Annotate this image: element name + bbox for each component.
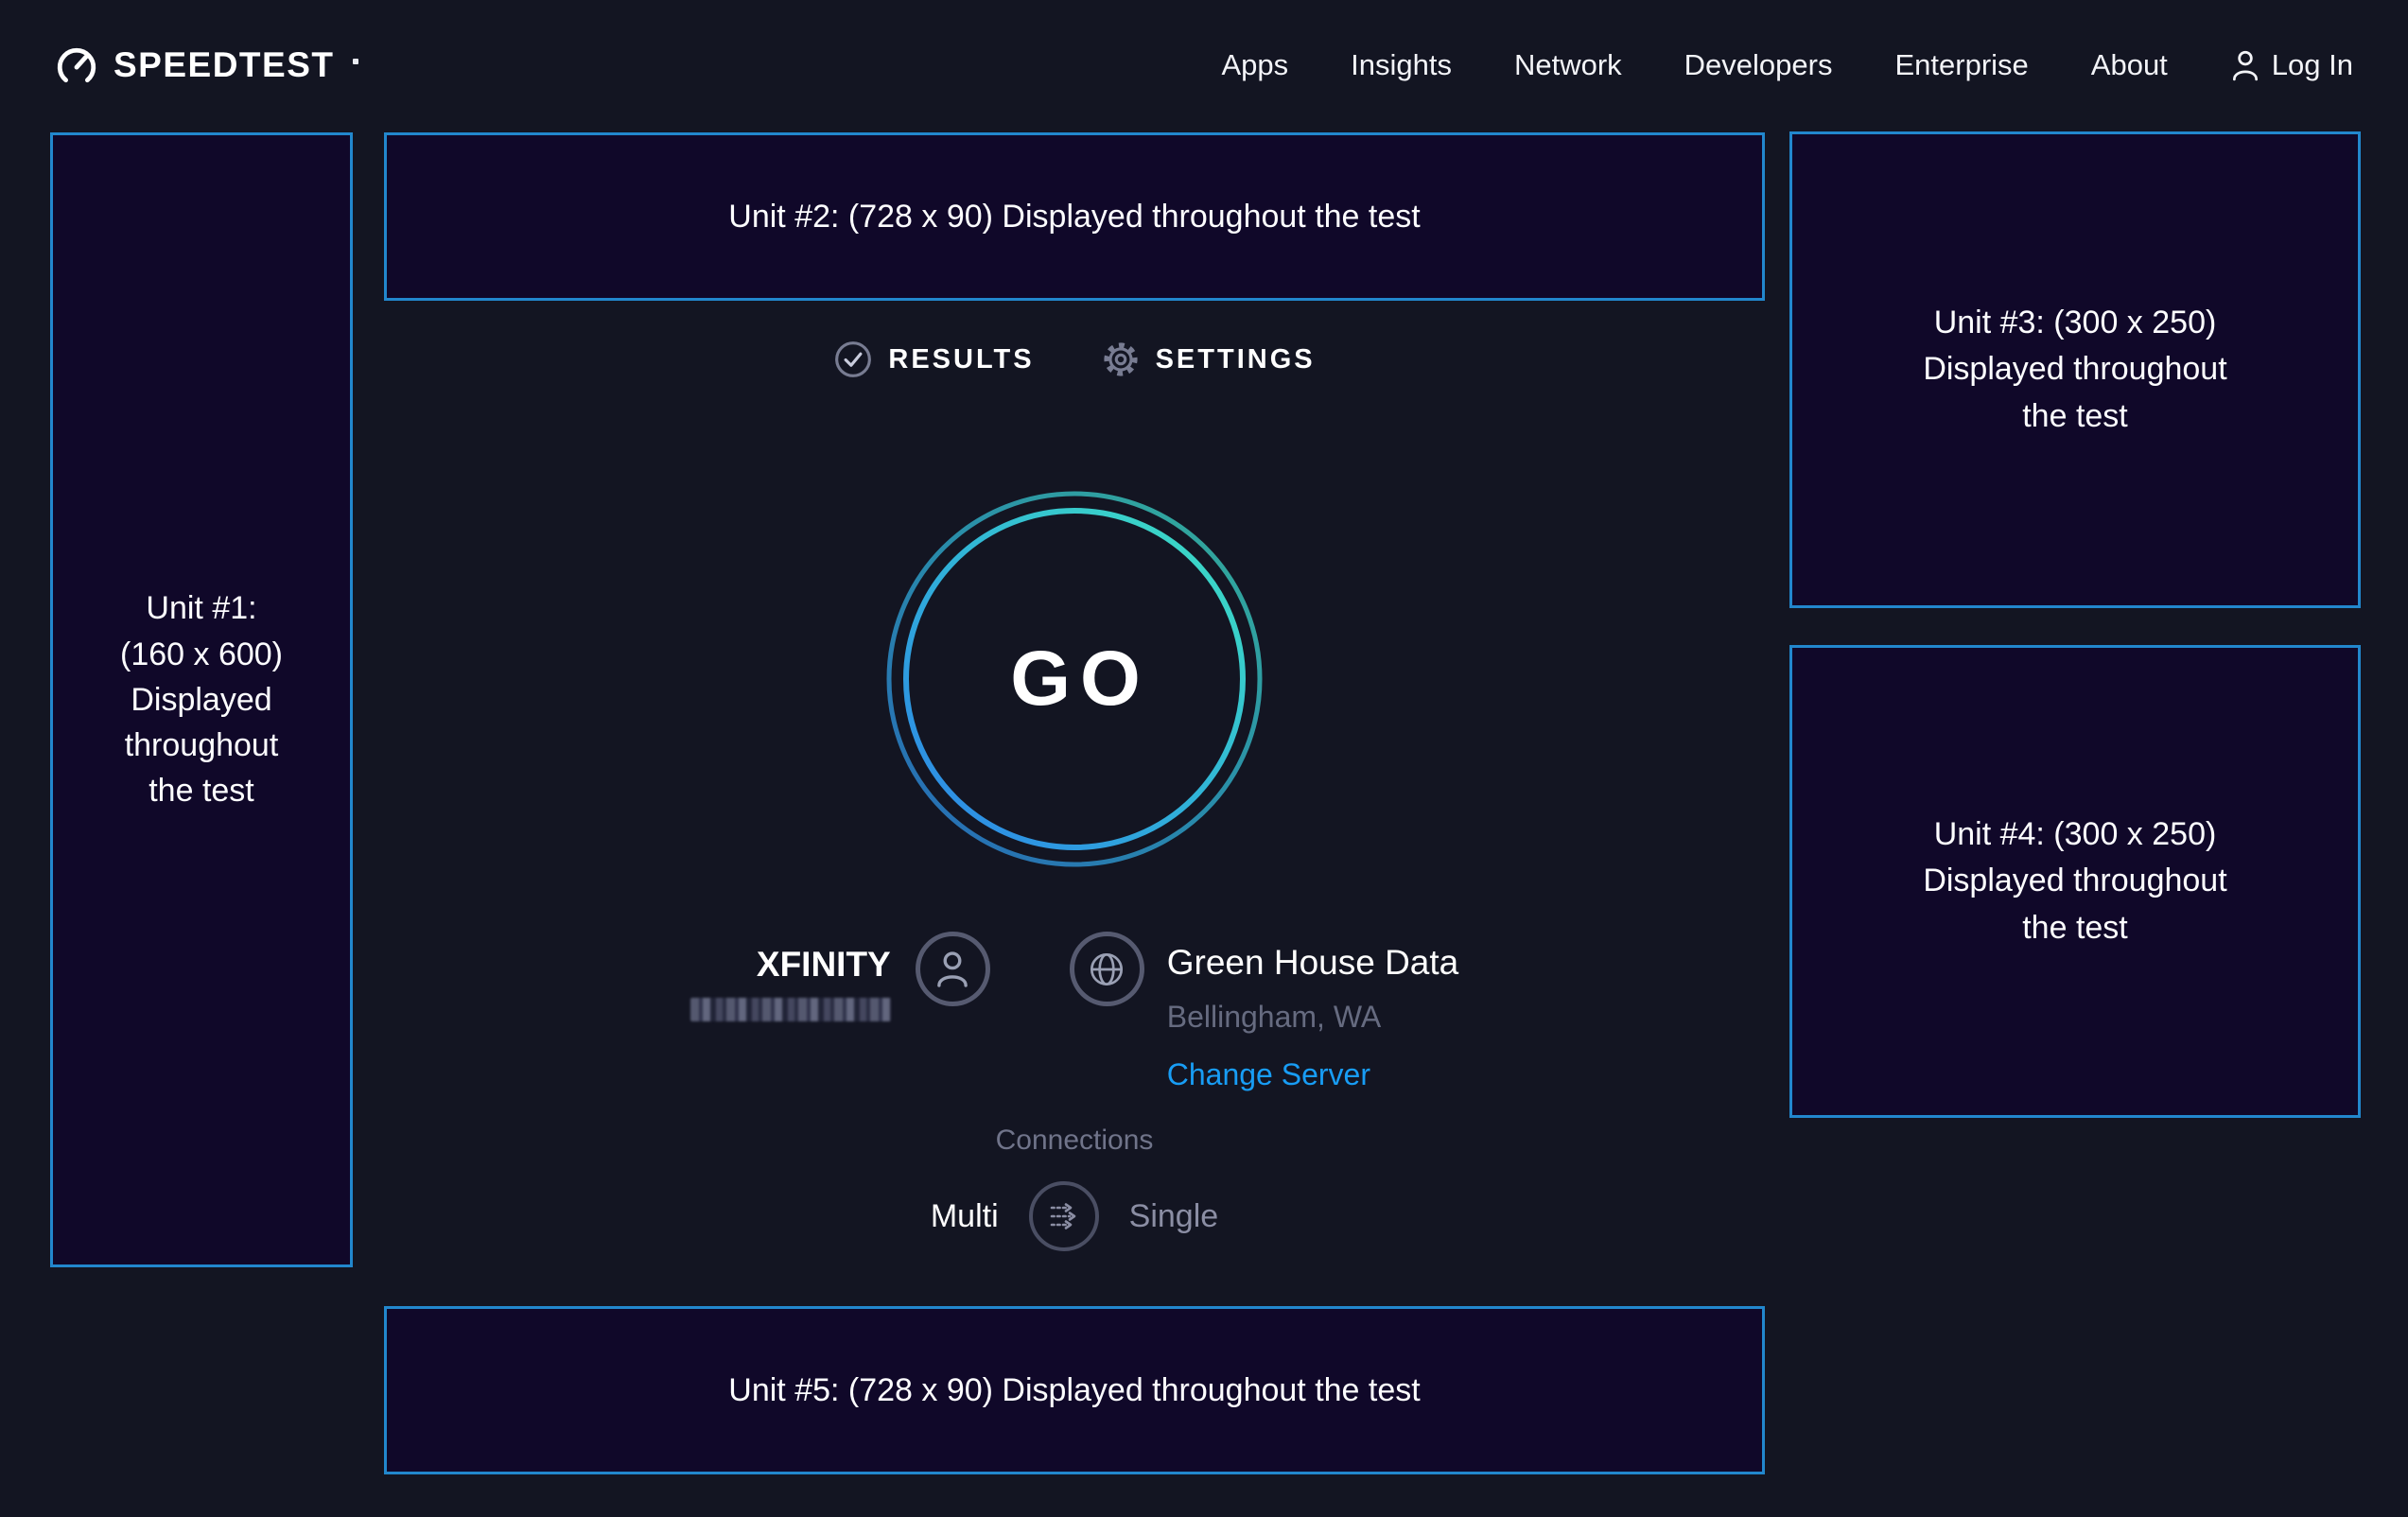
- nav-about[interactable]: About: [2091, 48, 2168, 82]
- speedtest-page: SPEEDTEST Apps Insights Network Develope…: [0, 0, 2408, 1517]
- server-block: Green House Data Bellingham, WA Change S…: [1167, 943, 1459, 1092]
- login-link[interactable]: Log In: [2230, 48, 2353, 82]
- tab-bar: RESULTS SETTINGS: [384, 340, 1765, 379]
- connections-single-option[interactable]: Single: [1129, 1198, 1219, 1235]
- nav-apps[interactable]: Apps: [1221, 48, 1288, 82]
- tab-settings[interactable]: SETTINGS: [1101, 340, 1316, 379]
- server-avatar: [1070, 932, 1144, 1006]
- trademark-dot: [353, 59, 358, 64]
- tab-results-label: RESULTS: [888, 344, 1034, 375]
- user-icon: [2230, 48, 2260, 82]
- logo[interactable]: SPEEDTEST: [55, 44, 358, 87]
- multi-arrows-icon: [1043, 1195, 1085, 1237]
- ad-unit-4-rectangle: Unit #4: (300 x 250) Displayed throughou…: [1789, 645, 2361, 1118]
- nav-enterprise[interactable]: Enterprise: [1894, 48, 2028, 82]
- server-name: Green House Data: [1167, 943, 1459, 983]
- connections-toggle-row: Multi Single: [384, 1181, 1765, 1251]
- change-server-link[interactable]: Change Server: [1167, 1057, 1370, 1092]
- isp-ip-redacted: [690, 998, 891, 1021]
- nav-network[interactable]: Network: [1514, 48, 1622, 82]
- nav-insights[interactable]: Insights: [1351, 48, 1452, 82]
- tab-results[interactable]: RESULTS: [833, 340, 1034, 379]
- connections-section: Connections Multi Sin: [384, 1125, 1765, 1251]
- logo-text: SPEEDTEST: [113, 45, 335, 85]
- connection-meta: XFINITY Green House Data Bel: [384, 932, 1765, 1092]
- ad-unit-1-skyscraper: Unit #1: (160 x 600) Displayed throughou…: [50, 132, 353, 1267]
- isp-name: XFINITY: [757, 945, 891, 985]
- connections-multi-option[interactable]: Multi: [931, 1198, 999, 1235]
- go-button[interactable]: GO: [885, 490, 1264, 868]
- connections-toggle[interactable]: [1029, 1181, 1099, 1251]
- ad-unit-3-rectangle: Unit #3: (300 x 250) Displayed throughou…: [1789, 131, 2361, 608]
- login-label: Log In: [2272, 48, 2353, 82]
- isp-block: XFINITY: [690, 945, 891, 1021]
- connections-label: Connections: [384, 1125, 1765, 1157]
- test-panel: RESULTS SETTINGS: [384, 130, 1765, 1359]
- speedometer-gauge-icon: [55, 44, 98, 87]
- header: SPEEDTEST Apps Insights Network Develope…: [0, 0, 2408, 130]
- tab-settings-label: SETTINGS: [1156, 344, 1316, 375]
- isp-avatar: [916, 932, 990, 1006]
- nav-developers[interactable]: Developers: [1684, 48, 1833, 82]
- person-icon: [932, 947, 973, 992]
- go-label: GO: [885, 490, 1264, 868]
- server-location: Bellingham, WA: [1167, 1000, 1381, 1035]
- gear-icon: [1101, 340, 1141, 379]
- check-circle-icon: [833, 340, 873, 379]
- main-nav: Apps Insights Network Developers Enterpr…: [1221, 48, 2353, 82]
- globe-icon: [1085, 948, 1128, 991]
